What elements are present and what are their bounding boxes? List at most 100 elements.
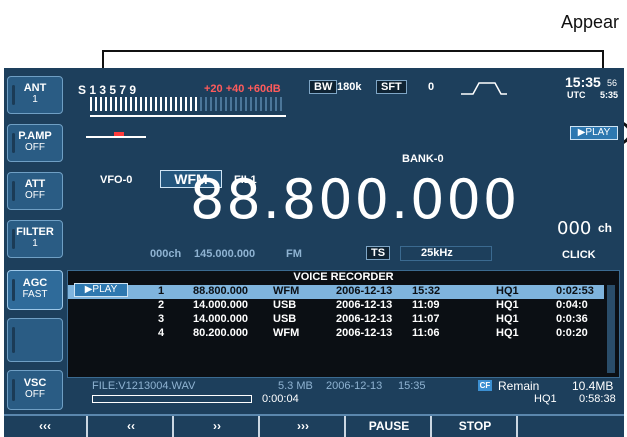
recording-row[interactable]: 4 80.200.000 WFM 2006-12-13 11:06 HQ1 0:…: [68, 327, 604, 341]
recording-frequency: 14.000.000: [193, 313, 249, 325]
recording-frequency: 80.200.000: [193, 327, 249, 339]
bw-label: BW: [314, 81, 333, 93]
utc-label: UTC: [567, 90, 586, 100]
att-button[interactable]: ATT OFF: [7, 172, 63, 210]
pamp-value: OFF: [25, 142, 45, 153]
remain-time: 0:58:38: [579, 393, 616, 405]
sub-frequency-unit: ch: [598, 221, 613, 235]
file-size: 5.3 MB: [278, 380, 313, 392]
s-meter-baseline: [90, 115, 286, 117]
remain-size: 10.4MB: [572, 379, 614, 393]
recording-duration: 0:02:53: [556, 285, 594, 297]
recording-row[interactable]: 3 14.000.000 USB 2006-12-13 11:07 HQ1 0:…: [68, 313, 604, 327]
recording-duration: 0:04:0: [556, 299, 588, 311]
file-elapsed: 0:00:04: [262, 393, 299, 405]
utc-time: 5:35: [600, 90, 619, 100]
button-notch: [12, 181, 15, 201]
recording-date: 2006-12-13: [336, 299, 393, 311]
recording-duration: 0:0:36: [556, 313, 588, 325]
play-top-label: PLAY: [585, 127, 611, 138]
recording-quality: HQ1: [496, 313, 519, 325]
recording-mode: WFM: [273, 285, 300, 297]
recording-row[interactable]: 1 88.800.000 WFM 2006-12-13 15:32 HQ1 0:…: [68, 285, 604, 299]
recording-frequency: 14.000.000: [193, 299, 249, 311]
recording-row[interactable]: 2 14.000.000 USB 2006-12-13 11:09 HQ1 0:…: [68, 299, 604, 313]
recording-date: 2006-12-13: [336, 285, 393, 297]
ts-value: 25kHz: [400, 246, 492, 261]
s-meter-bar: [90, 97, 200, 111]
filter-value: 1: [32, 238, 38, 249]
callout-appear: Appear: [561, 12, 620, 32]
blank-button[interactable]: [7, 318, 63, 362]
button-notch: [12, 229, 15, 249]
recording-list-scrollbar[interactable]: [607, 285, 615, 373]
sub-frequency: 000: [557, 218, 592, 239]
pause-key[interactable]: PAUSE: [348, 416, 432, 437]
bank-label: BANK-0: [402, 153, 444, 165]
rewind-key[interactable]: ‹‹: [90, 416, 174, 437]
agc-button[interactable]: AGC FAST: [7, 270, 63, 310]
ts-label: TS: [371, 247, 386, 259]
button-notch: [12, 279, 15, 301]
pamp-label: P.AMP: [18, 130, 52, 142]
att-value: OFF: [25, 190, 45, 201]
ant-label: ANT: [23, 82, 47, 94]
voice-recorder-title: VOICE RECORDER: [293, 271, 394, 283]
filter-label: FILTER: [16, 226, 54, 238]
memo-frequency: 145.000.000: [194, 248, 256, 260]
clock-time: 15:35: [565, 74, 601, 90]
channel-number: 000ch: [150, 248, 182, 260]
radio-screen: ANT 1 P.AMP OFF ATT OFF FILTER 1 AGC FAS…: [4, 68, 624, 437]
recording-number: 2: [158, 299, 165, 311]
filter-button[interactable]: FILTER 1: [7, 220, 63, 258]
button-notch: [12, 133, 15, 153]
recording-quality: HQ1: [496, 327, 519, 339]
play-left-label: PLAY: [92, 284, 118, 295]
sft-label: SFT: [381, 81, 402, 93]
button-notch: [12, 379, 15, 401]
file-time: 15:35: [398, 380, 426, 392]
forward-key[interactable]: ››: [176, 416, 260, 437]
file-date: 2006-12-13: [326, 380, 383, 392]
bw-value: 180k: [337, 81, 362, 93]
button-notch: [12, 85, 15, 105]
vsc-button[interactable]: VSC OFF: [7, 370, 63, 410]
recording-mode: USB: [273, 313, 297, 325]
s-meter-bar-empty: [200, 97, 284, 111]
sft-tag: SFT: [376, 80, 407, 94]
play-indicator-top: ▶PLAY: [570, 126, 618, 140]
memo-mode: FM: [286, 248, 302, 260]
fast-rewind-key[interactable]: ‹‹‹: [4, 416, 88, 437]
passband-indicator: [86, 136, 146, 138]
ts-tag: TS: [366, 246, 391, 260]
fast-forward-key[interactable]: ›››: [262, 416, 346, 437]
filter-shape-icon: [461, 82, 507, 95]
blank-key[interactable]: [520, 416, 604, 437]
voice-recorder-panel: VOICE RECORDER 1 88.800.000 WFM 2006-12-…: [67, 270, 620, 378]
vsc-value: OFF: [25, 389, 45, 400]
click-label: CLICK: [562, 249, 596, 261]
s-meter-scale: S 1 3 5 7 9: [78, 83, 137, 97]
recording-time: 15:32: [412, 285, 441, 297]
recording-mode: WFM: [273, 327, 300, 339]
sft-value: 0: [428, 81, 435, 93]
recording-frequency: 88.800.000: [193, 285, 249, 297]
remain-quality: HQ1: [534, 393, 557, 405]
remain-label: Remain: [498, 379, 540, 393]
main-frequency: 88.800.000: [190, 168, 520, 231]
recording-mode: USB: [273, 299, 297, 311]
recording-time: 11:07: [412, 313, 440, 325]
stop-key[interactable]: STOP: [434, 416, 518, 437]
pamp-button[interactable]: P.AMP OFF: [7, 124, 63, 162]
recording-date: 2006-12-13: [336, 313, 393, 325]
passband-marker: [114, 132, 124, 136]
recording-time: 11:06: [412, 327, 440, 339]
agc-value: FAST: [22, 289, 48, 300]
recording-number: 1: [158, 285, 165, 297]
recording-number: 3: [158, 313, 165, 325]
agc-label: AGC: [22, 277, 48, 289]
ant-button[interactable]: ANT 1: [7, 76, 63, 114]
bw-tag: BW: [309, 80, 338, 94]
recording-duration: 0:0:20: [556, 327, 588, 339]
recording-quality: HQ1: [496, 285, 519, 297]
